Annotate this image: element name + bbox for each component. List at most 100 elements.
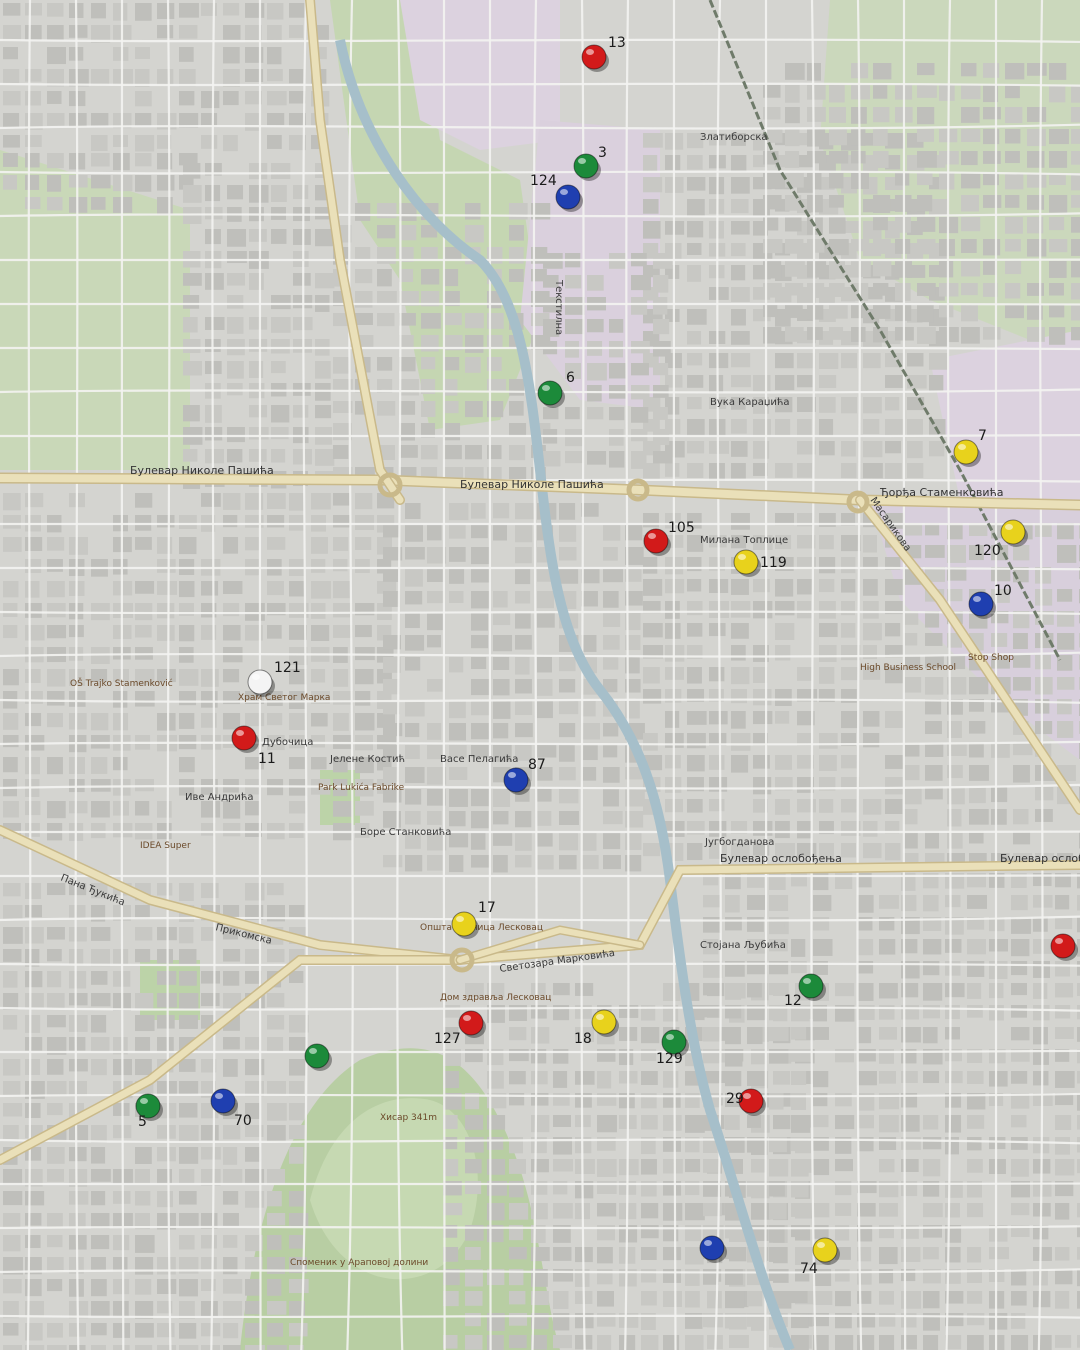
block	[443, 423, 461, 441]
block	[945, 1137, 960, 1155]
block	[3, 625, 18, 639]
block	[537, 613, 555, 628]
block	[597, 1071, 612, 1089]
block	[47, 1323, 63, 1338]
block	[873, 217, 888, 231]
pin-head-blue[interactable]	[210, 1088, 236, 1114]
block	[355, 691, 371, 706]
block	[945, 895, 961, 908]
block	[731, 353, 751, 368]
block	[405, 745, 420, 760]
pin-head-blue[interactable]	[555, 184, 581, 210]
block	[857, 939, 874, 956]
block	[873, 305, 891, 319]
pin-head-red[interactable]	[231, 725, 257, 751]
pin-head-green[interactable]	[304, 1043, 330, 1069]
block	[315, 361, 331, 379]
block	[157, 1191, 173, 1208]
pin-head-blue[interactable]	[503, 767, 529, 793]
block	[879, 1027, 897, 1040]
block	[775, 645, 791, 661]
block	[245, 1147, 261, 1162]
block	[405, 789, 422, 805]
block	[819, 667, 835, 684]
pin-number-label: 10	[994, 583, 1012, 599]
block	[223, 1169, 243, 1184]
block	[1071, 129, 1080, 144]
block	[907, 463, 924, 478]
pin-head-yellow[interactable]	[733, 549, 759, 575]
pin-head-yellow[interactable]	[591, 1009, 617, 1035]
pin-head-red[interactable]	[458, 1010, 484, 1036]
block	[685, 1291, 700, 1308]
block	[271, 449, 286, 463]
block	[581, 833, 597, 851]
block	[47, 1015, 66, 1028]
block	[427, 855, 443, 871]
block	[91, 801, 110, 818]
block	[25, 757, 40, 775]
block	[863, 397, 882, 414]
block	[493, 855, 508, 873]
block	[565, 407, 580, 420]
block	[1055, 1027, 1074, 1040]
block	[731, 463, 746, 479]
pin-head-yellow[interactable]	[451, 911, 477, 937]
block	[449, 833, 469, 848]
pin-head-green[interactable]	[537, 380, 563, 406]
pin-head-red[interactable]	[1050, 933, 1076, 959]
pin-head-yellow[interactable]	[953, 439, 979, 465]
road-label-zlatiborska: Златиборска	[700, 132, 768, 143]
block	[69, 1081, 88, 1096]
block	[3, 669, 19, 686]
pin-head-white[interactable]	[247, 669, 273, 695]
block	[731, 645, 746, 661]
pin-head-red[interactable]	[581, 44, 607, 70]
block	[731, 265, 746, 281]
block	[961, 217, 981, 232]
block	[183, 449, 198, 462]
block	[819, 419, 834, 437]
poi-dom-zdravlja: Дом здравља Лесковац	[440, 993, 551, 1003]
block	[857, 1071, 877, 1086]
block	[471, 591, 490, 609]
block	[991, 809, 1007, 825]
block	[873, 63, 892, 80]
pin-head-yellow[interactable]	[812, 1237, 838, 1263]
block	[665, 463, 680, 477]
block	[47, 1147, 65, 1164]
pin-head-green[interactable]	[573, 153, 599, 179]
block	[267, 1279, 282, 1296]
block	[227, 251, 247, 264]
pin-highlight	[140, 1098, 148, 1104]
block	[1011, 1291, 1027, 1306]
block	[1027, 107, 1047, 122]
block	[775, 375, 795, 391]
block	[537, 657, 553, 673]
block	[271, 163, 291, 179]
block	[641, 1335, 659, 1350]
block	[879, 1335, 895, 1350]
block	[201, 135, 218, 149]
pin-head-blue[interactable]	[699, 1235, 725, 1261]
block	[3, 47, 19, 60]
block	[493, 503, 510, 519]
block	[819, 535, 834, 550]
pin-head-yellow[interactable]	[1000, 519, 1026, 545]
pin-head-red[interactable]	[643, 528, 669, 554]
block	[47, 1213, 63, 1228]
block	[135, 1235, 155, 1253]
pin-head-green[interactable]	[798, 973, 824, 999]
block	[69, 927, 87, 942]
block	[157, 625, 175, 641]
block	[797, 821, 813, 839]
block	[1049, 129, 1069, 145]
pin-head-blue[interactable]	[968, 591, 994, 617]
block	[25, 625, 45, 641]
block	[223, 515, 238, 528]
block	[383, 767, 399, 782]
block	[355, 801, 374, 816]
block	[113, 1279, 130, 1295]
block	[687, 375, 704, 388]
block	[769, 1159, 789, 1177]
